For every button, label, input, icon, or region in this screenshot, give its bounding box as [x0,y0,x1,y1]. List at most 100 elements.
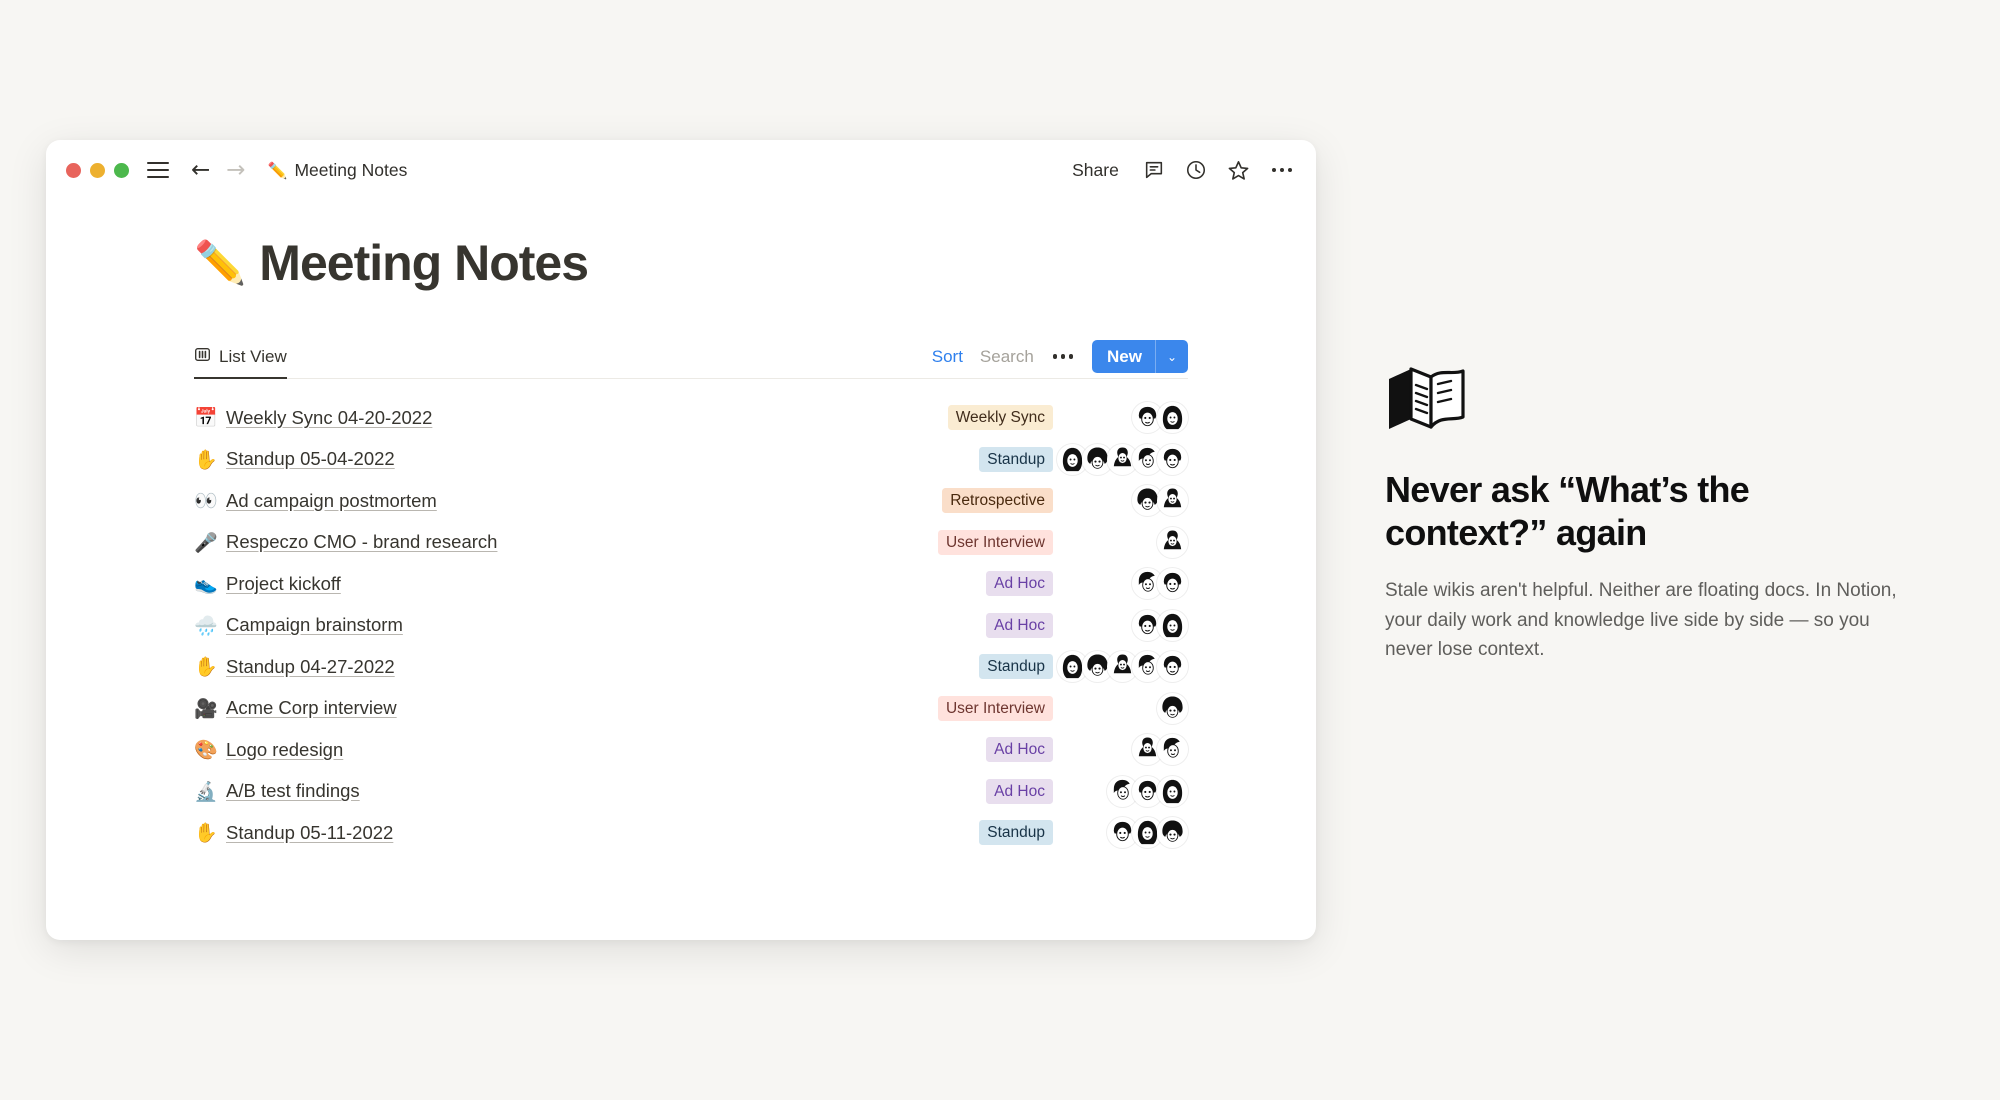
avatar[interactable] [1157,443,1188,475]
row-title-link[interactable]: Acme Corp interview [226,697,397,719]
row-emoji-icon: 🎥 [194,697,218,720]
avatar[interactable] [1157,775,1188,807]
chevron-down-icon[interactable]: ⌄ [1156,340,1188,373]
status-badge[interactable]: User Interview [937,695,1053,721]
page-title: ✏️ Meeting Notes [194,234,1316,292]
row-title-group: ✋ Standup 04-27-2022 [194,655,395,679]
status-badge[interactable]: Ad Hoc [986,612,1053,638]
promo-heading: Never ask “What’s the context?” again [1385,469,1750,554]
row-emoji-icon: 👀 [194,490,218,513]
back-arrow-icon[interactable]: ← [191,158,210,182]
row-title-group: ✋ Standup 05-11-2022 [194,821,393,845]
row-title-link[interactable]: Logo redesign [226,739,343,761]
status-badge[interactable]: Retrospective [942,488,1053,514]
promo-body: Stale wikis aren't helpful. Neither are … [1385,580,1897,661]
favorite-star-icon[interactable] [1227,159,1250,182]
breadcrumb[interactable]: ✏️ Meeting Notes [268,160,408,181]
row-title-link[interactable]: Ad campaign postmortem [226,490,437,512]
history-icon[interactable] [1185,159,1207,181]
status-badge[interactable]: Ad Hoc [986,778,1053,804]
row-title-group: 🔬 A/B test findings [194,780,360,803]
row-emoji-icon: 👟 [194,573,218,596]
row-meta-group: Ad Hoc [986,568,1188,600]
row-meta-group: Standup [979,651,1188,683]
row-title-link[interactable]: Campaign brainstorm [226,614,403,636]
row-title-link[interactable]: Standup 05-04-2022 [226,448,395,470]
more-options-icon[interactable] [1270,162,1294,178]
row-title-link[interactable]: A/B test findings [226,780,360,802]
forward-arrow-icon[interactable]: → [226,158,245,182]
pencil-icon: ✏️ [194,238,246,287]
tab-list-view[interactable]: List View [194,346,287,380]
table-row[interactable]: 🎥 Acme Corp interview User Interview [194,688,1188,730]
row-meta-group: Weekly Sync [947,402,1188,434]
avatar[interactable] [1157,817,1188,849]
pencil-icon: ✏️ [267,160,288,180]
avatar-group [1062,485,1188,517]
toolbar-actions: Sort Search New ⌄ [932,340,1188,378]
row-meta-group: Standup [979,443,1188,475]
row-title-group: ✋ Standup 05-04-2022 [194,448,395,471]
table-row[interactable]: 🔬 A/B test findings Ad Hoc [194,771,1188,813]
avatar-group [1062,734,1188,766]
maximize-window-button[interactable] [114,162,129,178]
avatar[interactable] [1157,734,1188,766]
avatar[interactable] [1157,568,1188,600]
status-badge[interactable]: Standup [979,820,1053,846]
row-title-group: 🎨 Logo redesign [194,738,343,762]
toolbar-more-options-icon[interactable] [1051,348,1075,364]
avatar-group [1062,817,1188,849]
close-window-button[interactable] [66,162,81,178]
page-body: ✏️ Meeting Notes List View Sort Search N… [46,200,1316,854]
row-emoji-icon: 🔬 [194,780,218,803]
avatar-group [1057,443,1188,475]
row-title-link[interactable]: Respeczo CMO - brand research [226,531,497,553]
traffic-lights [66,162,129,178]
avatar[interactable] [1157,485,1188,517]
sort-button[interactable]: Sort [932,347,963,367]
search-button[interactable]: Search [980,347,1034,367]
table-row[interactable]: 🌧️ Campaign brainstorm Ad Hoc [194,605,1188,647]
table-row[interactable]: 🎤 Respeczo CMO - brand research User Inter… [194,522,1188,564]
table-row[interactable]: ✋ Standup 05-04-2022 Standup [194,439,1188,481]
row-meta-group: User Interview [937,526,1188,558]
avatar-group [1062,609,1188,641]
row-title-link[interactable]: Project kickoff [226,573,341,595]
table-row[interactable]: ✋ Standup 05-11-2022 Standup [194,812,1188,854]
titlebar: ← → ✏️ Meeting Notes Share [46,140,1316,200]
status-badge[interactable]: Ad Hoc [986,571,1053,597]
app-window: ← → ✏️ Meeting Notes Share ✏️ Meeting No… [46,140,1316,940]
status-badge[interactable]: Weekly Sync [947,405,1053,431]
row-emoji-icon: 🌧️ [194,614,218,637]
avatar-group [1062,526,1188,558]
status-badge[interactable]: User Interview [937,529,1053,555]
avatar[interactable] [1157,692,1188,724]
row-meta-group: Standup [979,817,1188,849]
promo-panel: Never ask “What’s the context?” again St… [1385,365,1945,665]
share-button[interactable]: Share [1068,158,1123,183]
avatar[interactable] [1157,402,1188,434]
database-toolbar: List View Sort Search New ⌄ [194,338,1188,380]
avatar[interactable] [1157,651,1188,683]
new-button[interactable]: New ⌄ [1091,340,1188,373]
comment-icon[interactable] [1143,159,1165,181]
avatar[interactable] [1157,609,1188,641]
status-badge[interactable]: Ad Hoc [986,737,1053,763]
table-row[interactable]: ✋ Standup 04-27-2022 Standup [194,646,1188,688]
avatar-group [1062,775,1188,807]
hamburger-icon[interactable] [147,162,169,178]
avatar[interactable] [1157,526,1188,558]
row-title-link[interactable]: Standup 05-11-2022 [226,822,393,844]
row-title-link[interactable]: Standup 04-27-2022 [226,656,395,678]
row-title-link[interactable]: Weekly Sync 04-20-2022 [226,407,432,429]
minimize-window-button[interactable] [90,162,105,178]
status-badge[interactable]: Standup [979,654,1053,680]
row-title-group: 🎤 Respeczo CMO - brand research [194,531,497,554]
table-row[interactable]: 📅 Weekly Sync 04-20-2022 Weekly Sync [194,397,1188,439]
status-badge[interactable]: Standup [979,446,1053,472]
row-title-group: 👟 Project kickoff [194,572,341,596]
table-row[interactable]: 👀 Ad campaign postmortem Retrospective [194,480,1188,522]
table-row[interactable]: 🎨 Logo redesign Ad Hoc [194,729,1188,771]
list-view-icon [194,346,211,368]
table-row[interactable]: 👟 Project kickoff Ad Hoc [194,563,1188,605]
